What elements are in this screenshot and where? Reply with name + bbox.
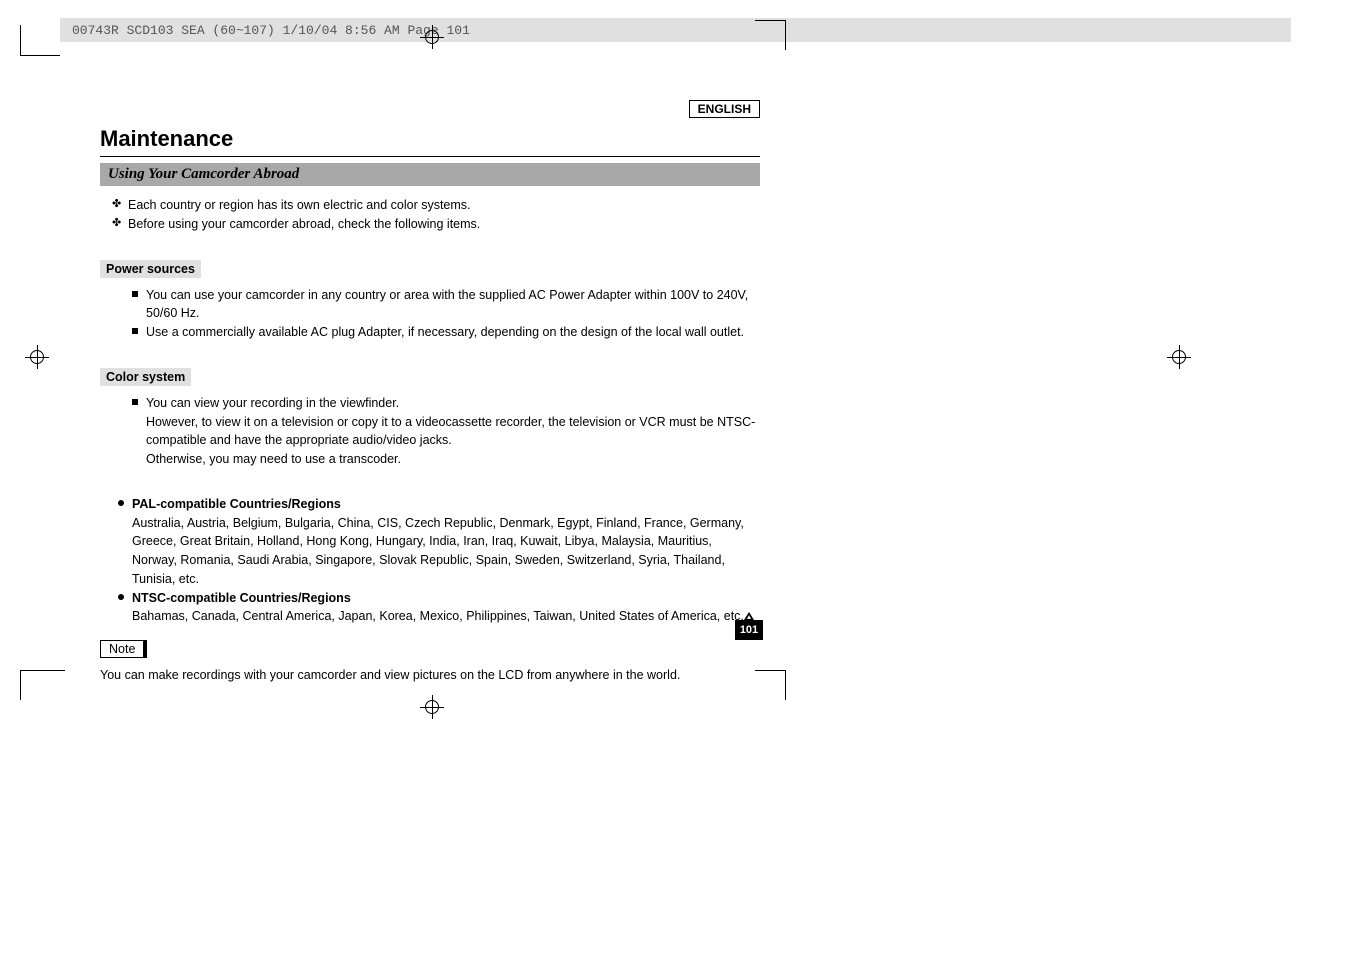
intro-item: Each country or region has its own elect…: [112, 196, 760, 215]
region-label: PAL-compatible Countries/Regions: [132, 497, 341, 511]
list-continuation: However, to view it on a television or c…: [146, 413, 760, 451]
note-label: Note: [100, 640, 147, 658]
list-item: You can use your camcorder in any countr…: [132, 286, 760, 324]
color-system-list: You can view your recording in the viewf…: [100, 394, 760, 469]
registration-mark-right: [1167, 345, 1191, 369]
page-content: ENGLISH Maintenance Using Your Camcorder…: [100, 100, 760, 685]
note-text: You can make recordings with your camcor…: [100, 666, 760, 685]
list-text: You can view your recording in the viewf…: [146, 396, 399, 410]
print-header-slug: 00743R SCD103 SEA (60~107) 1/10/04 8:56 …: [60, 18, 1291, 42]
list-item: PAL-compatible Countries/Regions Austral…: [118, 495, 760, 589]
page-number-text: 101: [740, 624, 758, 636]
intro-item: Before using your camcorder abroad, chec…: [112, 215, 760, 234]
list-item: You can view your recording in the viewf…: [132, 394, 760, 469]
page-number: 101: [735, 620, 763, 640]
region-detail: Australia, Austria, Belgium, Bulgaria, C…: [132, 514, 760, 589]
list-continuation: Otherwise, you may need to use a transco…: [146, 450, 760, 469]
list-item: NTSC-compatible Countries/Regions Bahama…: [118, 589, 760, 627]
power-sources-list: You can use your camcorder in any countr…: [100, 286, 760, 342]
region-label: NTSC-compatible Countries/Regions: [132, 591, 351, 605]
title-divider: [100, 156, 760, 157]
page-title: Maintenance: [100, 126, 760, 152]
color-system-heading: Color system: [100, 368, 191, 386]
registration-mark-bottom: [420, 695, 444, 719]
header-text: 00743R SCD103 SEA (60~107) 1/10/04 8:56 …: [72, 23, 470, 38]
section-subtitle: Using Your Camcorder Abroad: [100, 163, 760, 186]
intro-list: Each country or region has its own elect…: [100, 196, 760, 234]
registration-mark-left: [25, 345, 49, 369]
language-badge: ENGLISH: [689, 100, 760, 118]
registration-mark-top: [420, 25, 444, 49]
region-detail: Bahamas, Canada, Central America, Japan,…: [132, 607, 760, 626]
list-item: Use a commercially available AC plug Ada…: [132, 323, 760, 342]
power-sources-heading: Power sources: [100, 260, 201, 278]
regions-list: PAL-compatible Countries/Regions Austral…: [100, 495, 760, 626]
